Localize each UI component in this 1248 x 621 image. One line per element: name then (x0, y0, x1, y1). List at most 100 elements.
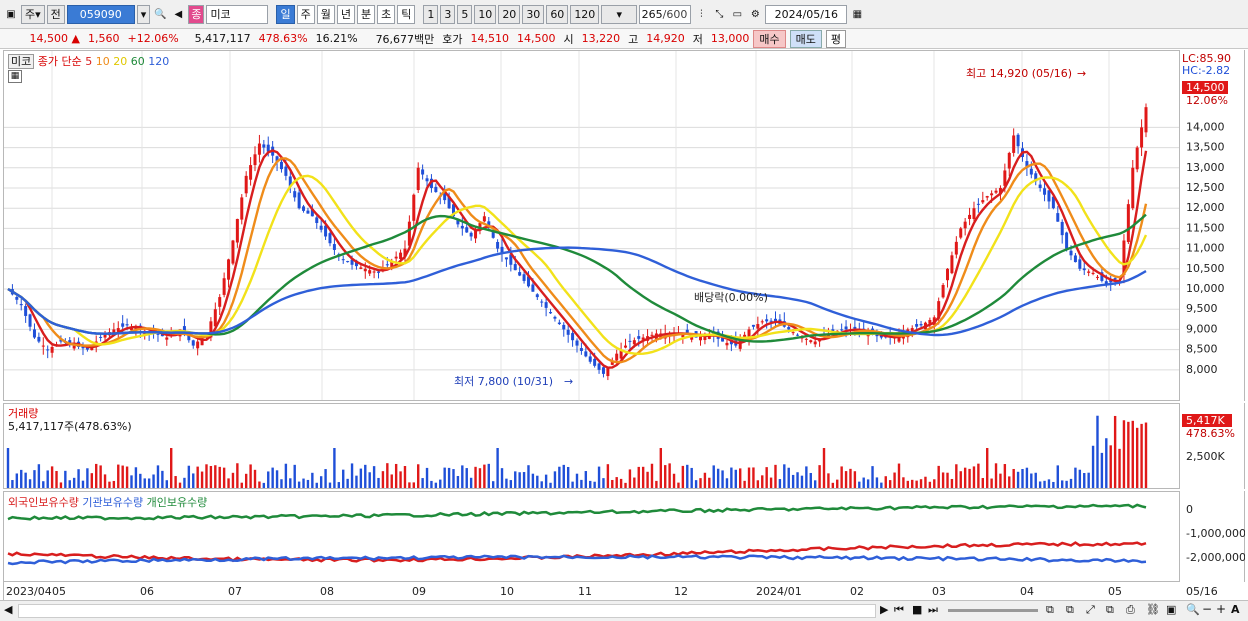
sell-button[interactable]: 매도 (789, 29, 822, 48)
volume-bar (575, 473, 579, 488)
scroll-right-icon[interactable]: ▶ (880, 603, 888, 616)
volume-bar (831, 482, 835, 488)
candle-type-icon[interactable]: ⫶ (693, 6, 709, 22)
interval-10-button[interactable]: 10 (474, 4, 497, 24)
split-icon[interactable]: ⧉ (1066, 603, 1074, 617)
candle-body (213, 309, 217, 327)
candle-body (222, 278, 226, 295)
price-change-pct: +12.06% (127, 32, 179, 45)
search-zoom-icon[interactable]: 🔍 (1186, 603, 1200, 616)
settings-icon[interactable]: ⚙ (747, 6, 763, 22)
legend-ma60[interactable]: 60 (131, 55, 145, 68)
interval-120-button[interactable]: 120 (570, 4, 600, 24)
candle-body (332, 244, 336, 250)
volume-bar (866, 479, 870, 488)
period-week-button[interactable]: 주 (296, 4, 315, 24)
volume-bar (90, 473, 94, 488)
stock-name-tag[interactable]: 미코 (8, 54, 35, 69)
price-tick-label: 10,500 (1186, 262, 1225, 275)
candle-body (1131, 167, 1135, 209)
interval-3-button[interactable]: 3 (440, 4, 456, 24)
code-dropdown-icon[interactable]: ▾ (136, 4, 151, 24)
volume-bar (553, 471, 557, 488)
legend-ma20[interactable]: 20 (113, 55, 127, 68)
table-toggle-icon[interactable]: ▦ (8, 70, 22, 83)
legend-individual[interactable]: 개인보유수량 (147, 496, 208, 509)
legend-institution[interactable]: 기관보유수량 (82, 496, 143, 509)
period-second-button[interactable]: 초 (377, 4, 396, 24)
price-chart-panel[interactable]: 최고 14,920 (05/16) 배당락(0.00%) 최저 7,800 (10/… (3, 50, 1180, 401)
volume-bar (619, 478, 623, 488)
volume-chart-panel[interactable]: 거래량 5,417,117주(478.63%) (3, 403, 1180, 489)
zoom-in-icon[interactable]: + (1216, 602, 1226, 616)
period-year-button[interactable]: 년 (336, 4, 355, 24)
window-menu-icon[interactable]: ▣ (3, 6, 19, 22)
stop-icon[interactable]: ■ (912, 603, 922, 616)
print-icon[interactable]: ⎙ (1126, 603, 1135, 617)
calendar-icon[interactable]: ▦ (849, 6, 865, 22)
copy-icon[interactable]: ⧉ (1106, 603, 1114, 617)
fit-icon[interactable]: ⤢ (1086, 603, 1095, 617)
candle-body (257, 143, 261, 155)
candle-body (615, 353, 619, 361)
interval-1-button[interactable]: 1 (423, 4, 439, 24)
first-icon[interactable]: ⏮ (894, 603, 904, 617)
interval-30-button[interactable]: 30 (522, 4, 545, 24)
save-icon[interactable]: ▭ (729, 6, 745, 22)
price-tick-label: 9,000 (1186, 322, 1218, 335)
interval-dropdown[interactable]: ▾ (601, 4, 638, 24)
legend-foreign[interactable]: 외국인보유수량 (8, 496, 79, 509)
draw-tool-icon[interactable]: ⤡ (711, 6, 727, 22)
volume-bar (527, 465, 530, 488)
candle-body (1091, 272, 1095, 274)
volume-chart-svg[interactable] (4, 404, 1180, 489)
layout-icon[interactable]: ⧉ (1046, 603, 1054, 617)
auto-scale-icon[interactable]: A (1231, 603, 1240, 616)
volume-bar (244, 473, 248, 488)
zoom-out-icon[interactable]: − (1202, 602, 1212, 616)
candle-body (324, 225, 328, 237)
buy-button[interactable]: 매수 (753, 29, 786, 48)
candle-body (28, 314, 32, 327)
volume-bar (505, 478, 508, 488)
data-count-field[interactable]: 265/600 (639, 4, 692, 24)
prev-button[interactable]: 전 (46, 4, 65, 24)
volume-bar (694, 480, 698, 488)
volume-bar (712, 465, 715, 488)
volume-bar (487, 463, 490, 488)
price-chart-svg[interactable]: 최고 14,920 (05/16) 배당락(0.00%) 최저 7,800 (10/… (4, 51, 1180, 401)
link-icon[interactable]: ⛓ (1146, 603, 1160, 616)
candle-body (482, 216, 486, 222)
zoom-slider[interactable] (948, 609, 1038, 612)
scroll-left-icon[interactable]: ◀ (4, 603, 12, 616)
candle-body (1047, 190, 1051, 202)
image-icon[interactable]: ▣ (1166, 603, 1176, 616)
period-tick-button[interactable]: 틱 (397, 4, 416, 24)
volume-bar (289, 478, 292, 488)
market-select[interactable]: 주 ▾ (21, 4, 45, 24)
speaker-icon[interactable]: ◀ (170, 6, 186, 22)
candle-body (1060, 221, 1064, 236)
legend-ma120[interactable]: 120 (148, 55, 169, 68)
period-minute-button[interactable]: 분 (356, 4, 376, 24)
period-month-button[interactable]: 월 (316, 4, 335, 24)
interval-20-button[interactable]: 20 (498, 4, 521, 24)
date-field[interactable]: 2024/05/16 (765, 4, 848, 24)
legend-ma5[interactable]: 5 (85, 55, 92, 68)
search-icon[interactable]: 🔍 (152, 6, 168, 22)
price-tick-label: 11,500 (1186, 221, 1225, 234)
stock-name-field[interactable]: 미코 (206, 4, 269, 24)
period-day-button[interactable]: 일 (276, 4, 295, 24)
interval-60-button[interactable]: 60 (546, 4, 569, 24)
candle-body (813, 341, 817, 345)
scroll-track[interactable] (18, 604, 876, 618)
stock-code-input[interactable]: 059090 (66, 4, 135, 24)
average-button[interactable]: 평 (825, 29, 847, 48)
price-legend: 미코 종가 단순 5 10 20 60 120 (8, 53, 169, 69)
interval-5-button[interactable]: 5 (457, 4, 473, 24)
open-price: 13,220 (581, 32, 621, 45)
last-icon[interactable]: ⏭ (928, 603, 938, 617)
candle-body (32, 329, 36, 338)
legend-ma10[interactable]: 10 (96, 55, 110, 68)
holdings-chart-panel[interactable]: 외국인보유수량 기관보유수량 개인보유수량 (3, 491, 1180, 582)
